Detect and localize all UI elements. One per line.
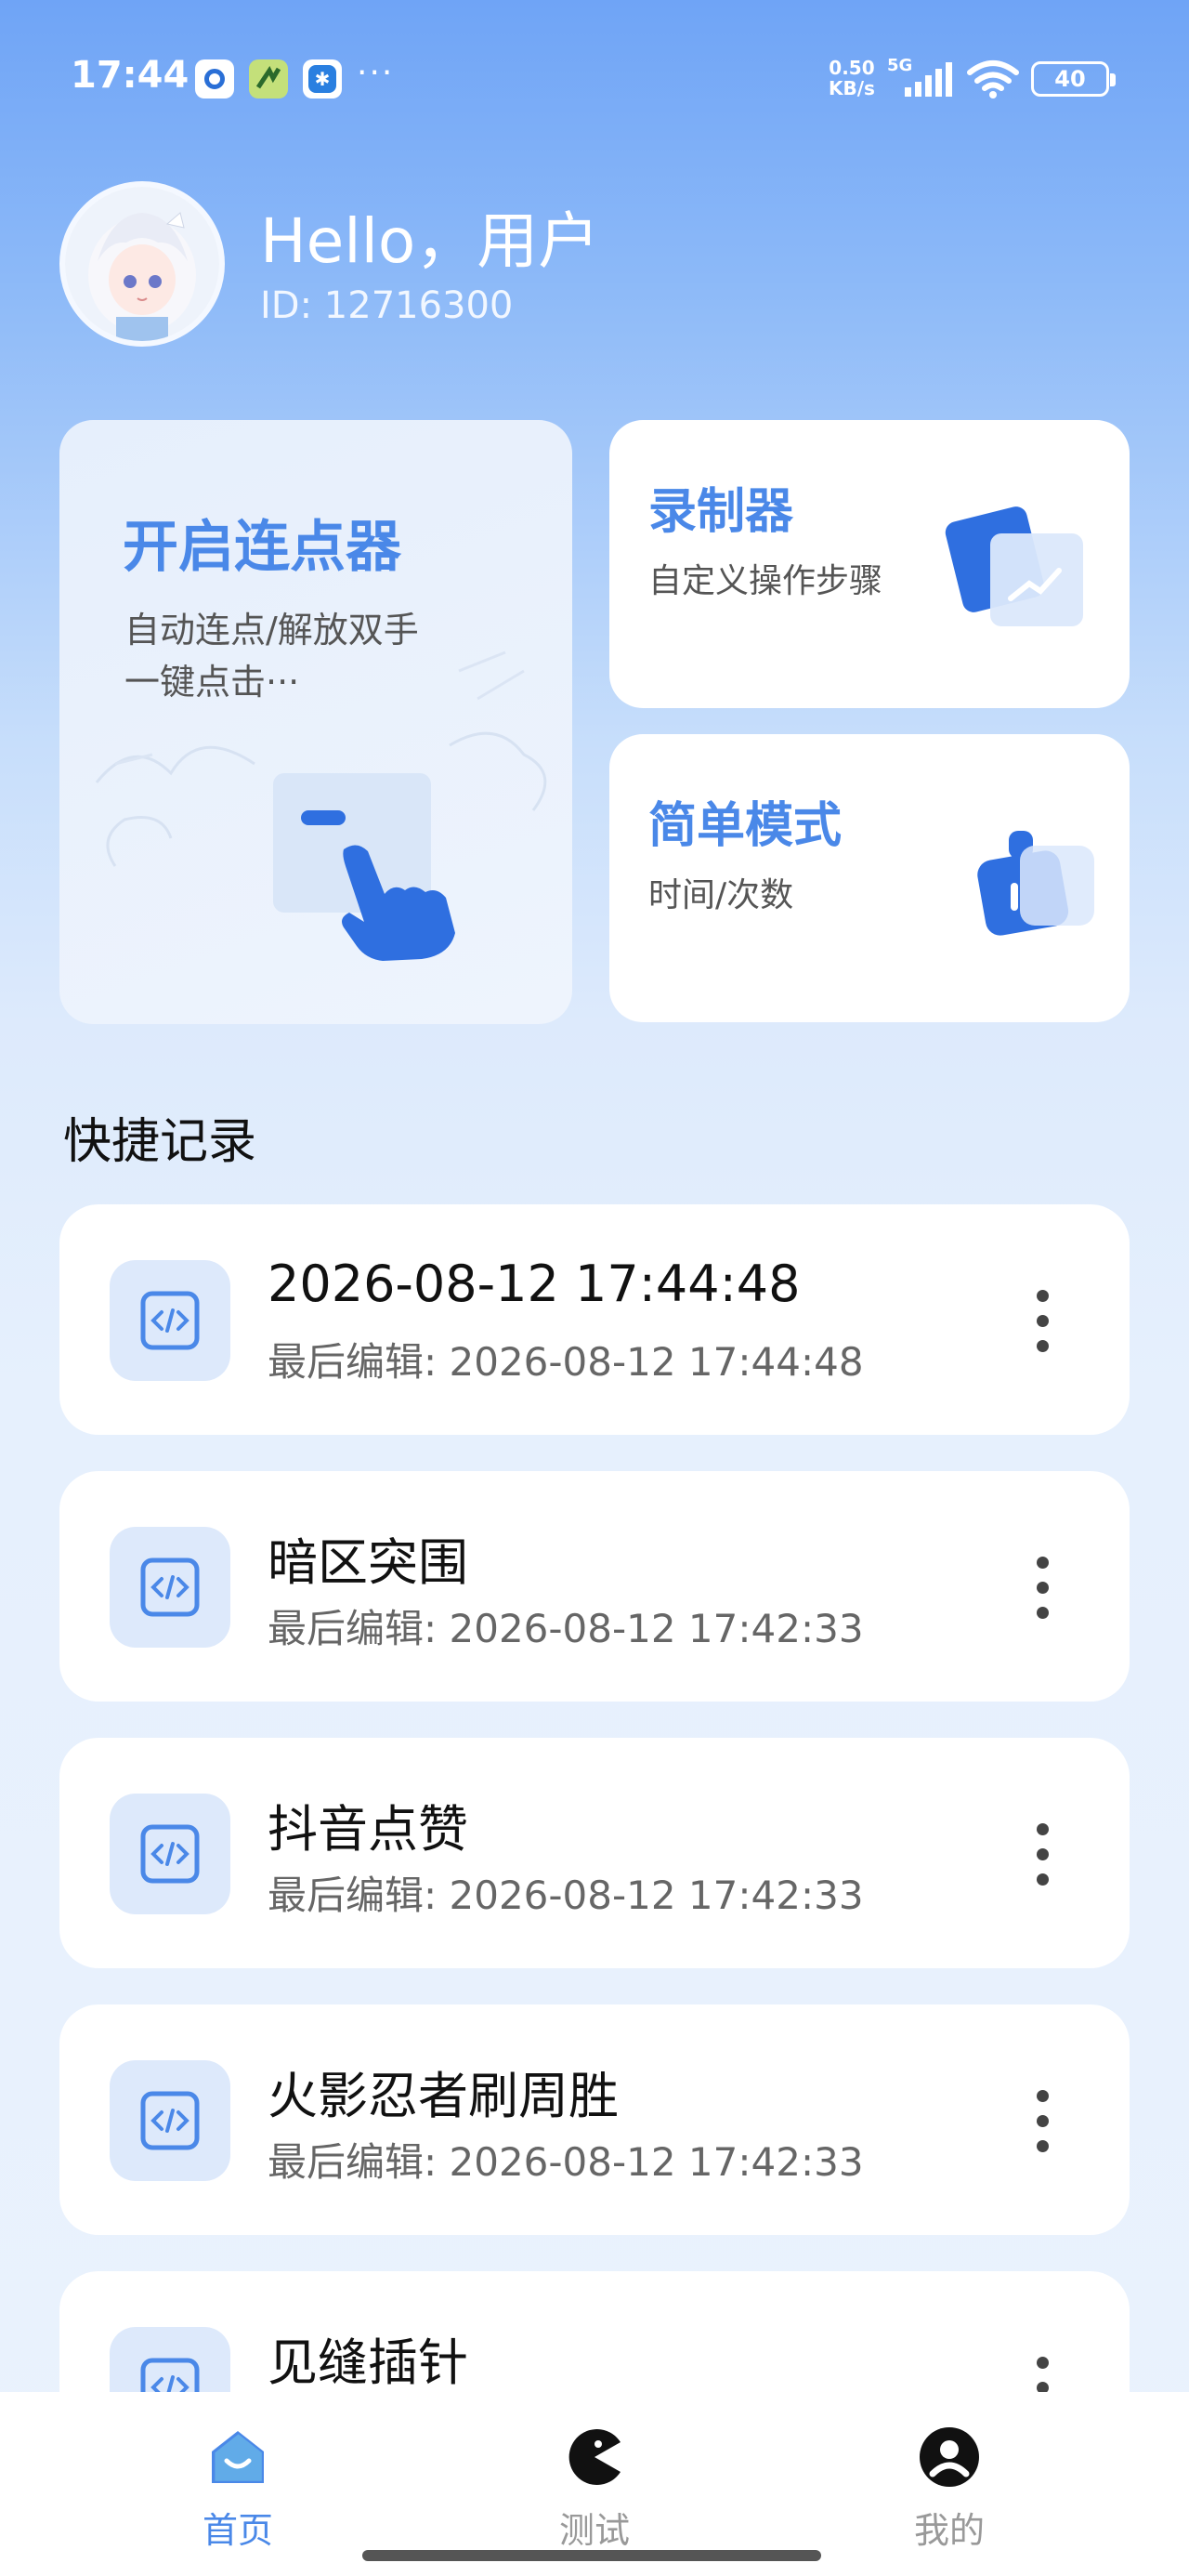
simple-mode-title: 简单模式 <box>648 798 843 854</box>
section-title: 快捷记录 <box>63 1114 257 1170</box>
code-icon <box>110 1794 230 1914</box>
list-item[interactable]: 火影忍者刷周胜 最后编辑: 2026-08-12 17:42:33 <box>59 2004 1130 2235</box>
battery-icon: 40 <box>1031 61 1116 97</box>
net-speed-value: 0.50 <box>829 57 875 79</box>
record-title: 暗区突围 <box>268 1533 468 1592</box>
recorder-icon <box>945 506 1083 626</box>
simple-mode-subtitle: 时间/次数 <box>648 876 794 914</box>
record-subtitle: 最后编辑: 2026-08-12 17:42:33 <box>268 1873 864 1918</box>
pacman-icon <box>568 2429 621 2485</box>
record-title: 抖音点赞 <box>268 1800 468 1859</box>
code-icon <box>110 1527 230 1648</box>
app-notification-icon <box>249 59 288 99</box>
home-indicator[interactable] <box>362 2550 821 2561</box>
tab-test[interactable]: 测试 <box>483 2392 706 2576</box>
recorder-title: 录制器 <box>648 484 794 540</box>
status-time: 17:44 <box>71 54 189 97</box>
app-notification-icon <box>195 59 234 99</box>
record-title: 见缝插针 <box>268 2333 468 2392</box>
status-bar: 17:44 ✱ ··· 0.50 KB/s 5G 40 <box>0 0 1189 158</box>
start-clicker-card[interactable]: 开启连点器 自动连点/解放双手 一键点击··· <box>59 420 572 1024</box>
simple-mode-card[interactable]: 简单模式 时间/次数 <box>609 734 1130 1022</box>
user-id: ID: 12716300 <box>260 284 514 327</box>
record-subtitle: 最后编辑: 2026-08-12 17:42:33 <box>268 1606 864 1651</box>
net-speed: 0.50 KB/s <box>829 58 875 99</box>
recorder-subtitle: 自定义操作步骤 <box>648 562 883 600</box>
tab-home[interactable]: 首页 <box>126 2392 349 2576</box>
greeting: Hello，用户 <box>260 205 600 277</box>
more-vertical-icon[interactable] <box>1033 1557 1052 1623</box>
more-vertical-icon[interactable] <box>1033 2090 1052 2157</box>
app-notification-icon: ✱ <box>303 59 342 99</box>
wifi-icon <box>967 60 1019 99</box>
tap-hand-icon <box>273 773 455 961</box>
signal-icon <box>905 62 952 97</box>
list-item[interactable]: 抖音点赞 最后编辑: 2026-08-12 17:42:33 <box>59 1738 1130 1968</box>
start-clicker-title: 开启连点器 <box>123 515 401 580</box>
bottom-nav: 首页 测试 我的 <box>0 2392 1189 2576</box>
recorder-card[interactable]: 录制器 自定义操作步骤 <box>609 420 1130 708</box>
record-subtitle: 最后编辑: 2026-08-12 17:44:48 <box>268 1339 864 1385</box>
avatar[interactable] <box>59 181 225 347</box>
list-item[interactable]: 暗区突围 最后编辑: 2026-08-12 17:42:33 <box>59 1471 1130 1702</box>
tab-mine-label: 我的 <box>913 2510 985 2551</box>
more-notifications-icon: ··· <box>357 54 395 92</box>
tab-mine[interactable]: 我的 <box>838 2392 1061 2576</box>
record-title: 2026-08-12 17:44:48 <box>268 1255 801 1313</box>
more-vertical-icon[interactable] <box>1033 1823 1052 1890</box>
home-icon <box>212 2431 264 2483</box>
more-vertical-icon[interactable] <box>1033 1290 1052 1357</box>
start-clicker-subtitle-line: 一键点击··· <box>124 662 300 703</box>
code-icon <box>110 1260 230 1381</box>
start-clicker-subtitle-line: 自动连点/解放双手 <box>124 610 419 651</box>
record-subtitle: 最后编辑: 2026-08-12 17:42:33 <box>268 2139 864 2185</box>
tab-test-label: 测试 <box>558 2510 630 2551</box>
list-item[interactable]: 2026-08-12 17:44:48 最后编辑: 2026-08-12 17:… <box>59 1204 1130 1435</box>
start-clicker-subtitle: 自动连点/解放双手 一键点击··· <box>124 604 419 708</box>
net-speed-unit: KB/s <box>829 77 875 99</box>
tab-home-label: 首页 <box>202 2510 273 2551</box>
user-profile-icon <box>920 2427 979 2487</box>
record-title: 火影忍者刷周胜 <box>268 2067 619 2125</box>
simple-mode-icon <box>977 831 1094 936</box>
code-icon <box>110 2060 230 2181</box>
